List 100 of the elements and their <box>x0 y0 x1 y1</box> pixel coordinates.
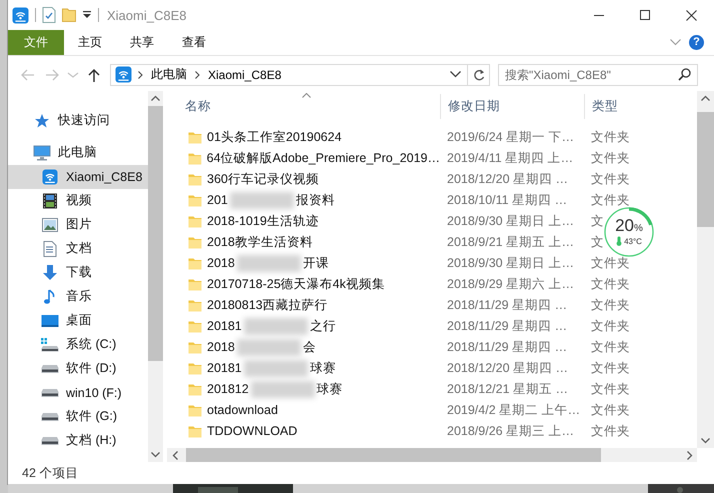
file-name[interactable]: 之行 <box>310 318 336 335</box>
file-name[interactable]: 20180813西藏拉萨行 <box>207 296 328 314</box>
ribbon-tab[interactable]: 主页 <box>64 30 116 55</box>
file-name[interactable]: 201812 <box>207 382 249 396</box>
scrollbar-thumb[interactable] <box>697 112 714 227</box>
down-arrow-icon <box>42 264 58 281</box>
percent-sign: % <box>634 223 643 234</box>
scrollbar-thumb[interactable] <box>186 448 601 462</box>
window-title: Xiaomi_C8E8 <box>107 8 186 22</box>
nav-item[interactable]: 文档 (H:) <box>8 428 148 453</box>
date-cell-text: 2018/11/29 星期四 … <box>446 338 568 356</box>
help-button[interactable]: ? <box>689 34 704 50</box>
nav-item[interactable]: 软件 (G:) <box>8 404 148 429</box>
drive-icon <box>41 388 59 398</box>
file-name[interactable]: 报资料 <box>296 192 335 209</box>
nav-item[interactable]: 快速访问 <box>8 108 148 133</box>
properties-icon[interactable] <box>42 7 56 23</box>
file-name[interactable]: 球赛 <box>310 360 336 377</box>
file-menu-button[interactable]: 文件 <box>8 30 64 55</box>
ribbon-tab[interactable]: 查看 <box>168 30 220 55</box>
file-name[interactable]: 2018 <box>207 340 235 354</box>
type-cell-text: 文 <box>590 212 604 230</box>
back-arrow-icon <box>20 66 36 83</box>
folder-icon <box>188 194 202 207</box>
ribbon-tab[interactable]: 共享 <box>116 30 168 55</box>
file-name[interactable]: otadownload <box>207 403 278 418</box>
nav-item[interactable]: 软件 (D:) <box>8 356 148 381</box>
nav-item[interactable]: 桌面 <box>8 308 148 333</box>
file-name[interactable]: 01头条工作室20190624 <box>207 128 342 146</box>
refresh-button[interactable] <box>468 64 490 86</box>
expand-ribbon-icon[interactable] <box>670 38 681 46</box>
file-name[interactable]: 20170718-25德天瀑布4k视频集 <box>207 276 385 293</box>
dropdown-caret-icon[interactable] <box>82 10 92 20</box>
folder-icon <box>188 172 202 186</box>
column-header[interactable]: 修改日期 <box>440 94 584 119</box>
file-name[interactable]: 20181 <box>207 319 242 334</box>
nav-item[interactable]: win10 (F:) <box>8 380 148 405</box>
computer-icon <box>33 144 51 161</box>
document-icon <box>43 240 57 257</box>
network-drive-icon <box>115 66 132 84</box>
drive-icon <box>41 364 59 374</box>
type-cell-text: 文件夹 <box>590 402 630 419</box>
file-name[interactable]: 球赛 <box>316 380 343 398</box>
address-field[interactable]: 此电脑 Xiaomi_C8E8 <box>110 64 468 86</box>
drive-icon <box>41 412 59 422</box>
sort-caret-icon <box>302 92 311 98</box>
picture-icon <box>42 218 58 232</box>
scrollbar-thumb[interactable] <box>148 106 163 361</box>
file-name[interactable]: 2018-1019生活轨迹 <box>207 212 319 230</box>
date-cell-text: 2018/9/30 星期日 上… <box>446 212 576 230</box>
type-cell-text: 文件夹 <box>590 276 630 293</box>
folder-icon <box>188 278 202 291</box>
drive-icon <box>41 436 59 446</box>
file-name[interactable]: 201 <box>207 193 228 208</box>
folder-icon <box>188 130 202 144</box>
date-cell-text: 2018/9/21 星期五 上… <box>446 234 576 251</box>
nav-item[interactable]: 此电脑 <box>8 140 148 165</box>
scroll-down-icon <box>151 452 160 458</box>
nav-item[interactable]: 系统 (C:) <box>8 332 148 357</box>
blur-patch <box>244 360 308 377</box>
nav-item[interactable]: Xiaomi_C8E8 <box>8 164 148 189</box>
maximize-icon <box>640 10 650 20</box>
file-name[interactable]: 20181 <box>207 361 242 376</box>
memory-gauge <box>604 206 654 257</box>
scroll-left-icon <box>172 450 178 460</box>
type-cell-text: 文件夹 <box>590 380 630 398</box>
chevron-right-icon <box>138 70 143 79</box>
scroll-down-icon <box>701 438 710 444</box>
file-name[interactable]: 64位破解版Adobe_Premiere_Pro_2019… <box>206 150 440 167</box>
nav-item[interactable]: 视频 <box>8 188 148 213</box>
nav-item[interactable]: 图片 <box>8 212 148 237</box>
type-cell-text: 文件夹 <box>590 254 630 272</box>
file-name[interactable]: 会 <box>302 338 316 356</box>
folder-icon <box>188 340 202 354</box>
nav-item[interactable]: 音乐 <box>8 284 148 309</box>
search-icon <box>678 68 691 82</box>
nav-item[interactable]: 文档 <box>8 236 148 261</box>
file-name[interactable]: 360行车记录仪视频 <box>207 170 319 188</box>
type-cell-text: 文件夹 <box>590 192 630 209</box>
folder-icon <box>188 236 202 249</box>
file-name[interactable]: TDDOWNLOAD <box>207 424 298 438</box>
breadcrumb-item[interactable]: Xiaomi_C8E8 <box>206 68 284 82</box>
type-cell-text: 文 <box>590 234 604 251</box>
type-cell-text: 文件夹 <box>590 128 630 146</box>
item-count: 42 个项目 <box>22 464 78 482</box>
dropdown-chevron-icon[interactable] <box>450 71 461 78</box>
network-drive-icon <box>12 6 29 24</box>
column-header[interactable]: 名称 <box>178 94 440 119</box>
breadcrumb-item[interactable]: 此电脑 <box>149 66 189 84</box>
type-cell-text: 文件夹 <box>590 170 630 188</box>
file-name[interactable]: 2018教学生活资料 <box>207 234 313 251</box>
search-field[interactable]: 搜索"Xiaomi_C8E8" <box>498 64 698 86</box>
file-name[interactable]: 2018 <box>207 256 235 270</box>
folder-icon <box>188 320 202 333</box>
nav-item[interactable]: 下载 <box>8 260 148 285</box>
date-cell-text: 2018/9/30 星期日 上… <box>446 254 576 272</box>
folder-icon <box>188 424 202 438</box>
file-name[interactable]: 开课 <box>302 254 329 272</box>
folder-icon <box>188 404 202 417</box>
date-cell-text: 2018/12/20 星期四 … <box>446 170 570 188</box>
